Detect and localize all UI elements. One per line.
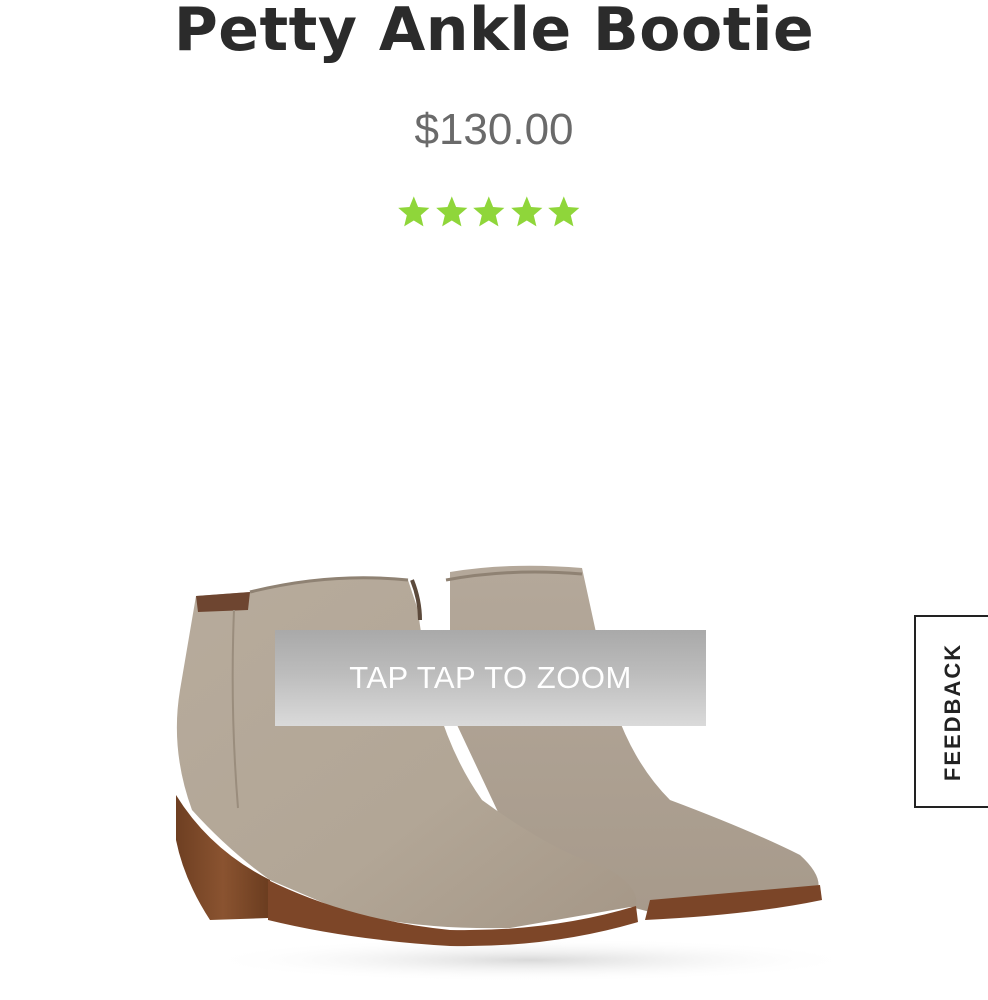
star-icon (511, 196, 543, 227)
product-title: Petty Ankle Bootie (173, 0, 815, 65)
ankle-boots-icon (176, 565, 860, 982)
product-image[interactable] (150, 550, 860, 982)
feedback-label: FEEDBACK (940, 642, 965, 781)
star-icon (435, 196, 467, 227)
product-price: $130.00 (414, 105, 574, 154)
star-icon (548, 196, 580, 227)
tap-to-zoom-label: TAP TAP TO ZOOM (349, 660, 632, 695)
star-icon (398, 196, 430, 227)
star-rating[interactable] (396, 192, 582, 238)
tap-to-zoom-overlay[interactable]: TAP TAP TO ZOOM (275, 630, 706, 726)
star-icon (473, 196, 505, 227)
feedback-button[interactable]: FEEDBACK (914, 615, 988, 808)
